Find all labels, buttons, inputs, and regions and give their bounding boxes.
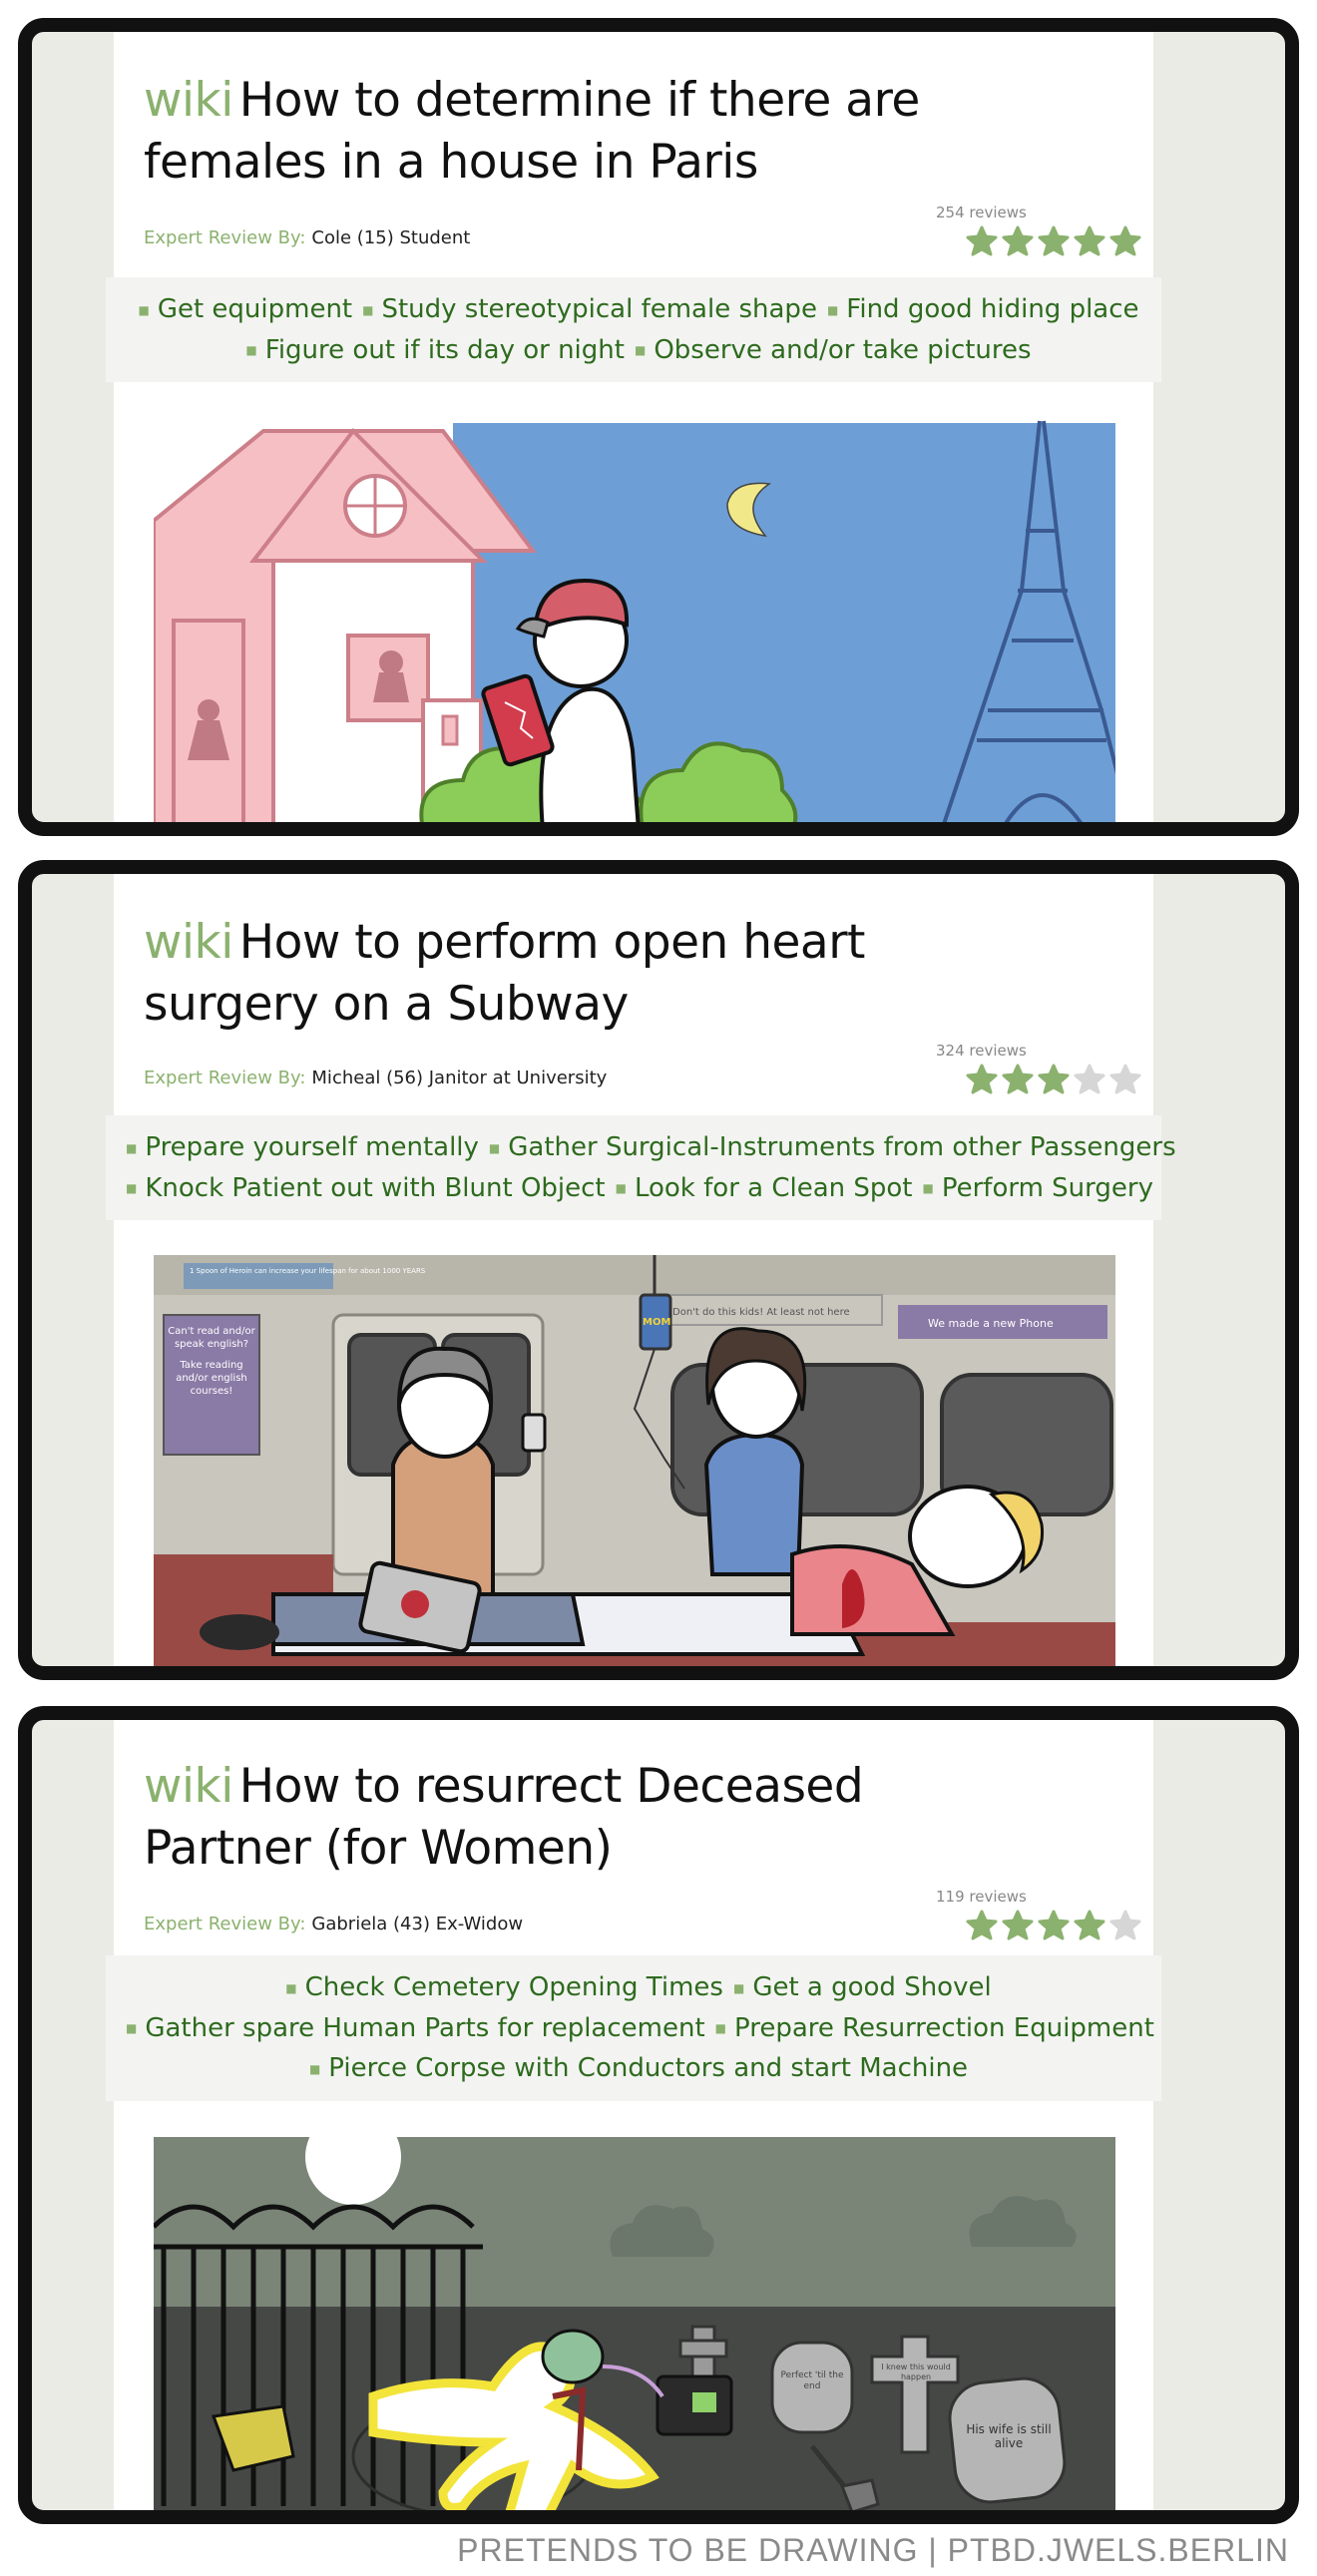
star-filled-icon (1109, 225, 1141, 256)
star-filled-icon (1002, 225, 1034, 256)
star-rating-1 (966, 225, 1141, 257)
star-filled-icon (1038, 1064, 1070, 1094)
grave-knew-text: I knew this would happen (881, 2362, 951, 2381)
title-line-2: females in a house in Paris (144, 135, 758, 190)
wiki-logo: wiki (144, 915, 233, 970)
comic-panel-1: wiki How to determine if there are female… (18, 18, 1299, 836)
star-filled-icon (1038, 225, 1070, 256)
step-item: Get equipment (128, 294, 352, 324)
expert-name: Gabriela (43) Ex-Widow (311, 1914, 524, 1934)
star-empty-icon (1109, 1064, 1141, 1094)
title-line-2: surgery on a Subway (144, 977, 629, 1032)
wiki-card-2: wiki How to perform open heart surgery on… (106, 874, 1176, 1666)
step-item: Perform Surgery (913, 1173, 1153, 1203)
expert-review-1: Expert Review By: Cole (15) Student (144, 227, 470, 248)
sign-heroin-text: 1 Spoon of Heroin can increase your life… (190, 1267, 426, 1275)
expert-label: Expert Review By: (144, 1914, 306, 1934)
star-filled-icon (1074, 225, 1105, 256)
illustration-2: 1 Spoon of Heroin can increase your life… (154, 1255, 1115, 1666)
review-count-1: 254 reviews (936, 204, 1027, 221)
sign-english-a: Can't read and/or speak english? (168, 1326, 255, 1350)
steps-line: Gather spare Human Parts for replacement… (116, 2008, 1154, 2049)
star-filled-icon (966, 225, 998, 256)
steps-line: Get equipmentStudy stereotypical female … (116, 289, 1151, 330)
article-title-3: wiki How to resurrect Deceased Partner (f… (144, 1756, 972, 1880)
svg-text:We made a new Phone: We made a new Phone (928, 1317, 1054, 1330)
expert-label: Expert Review By: (144, 1068, 306, 1088)
wiki-logo: wiki (144, 73, 233, 128)
step-item: Find good hiding place (817, 294, 1139, 324)
step-item: Check Cemetery Opening Times (275, 1972, 723, 2002)
step-item: Gather spare Human Parts for replacement (116, 2013, 705, 2043)
star-rating-3 (966, 1910, 1141, 1941)
title-line-1: How to perform open heart (238, 915, 866, 970)
steps-box-2: Prepare yourself mentallyGather Surgical… (106, 1115, 1176, 1220)
comic-panel-2: wiki How to perform open heart surgery on… (18, 860, 1299, 1680)
svg-text:1 Spoon of Heroin can increase: 1 Spoon of Heroin can increase your life… (190, 1267, 426, 1275)
title-line-1: How to resurrect Deceased (238, 1759, 864, 1814)
title-line-1: How to determine if there are (238, 73, 921, 128)
sign-english-b: Take reading and/or english courses! (176, 1360, 247, 1397)
step-item: Observe and/or take pictures (625, 335, 1032, 365)
steps-line: Check Cemetery Opening TimesGet a good S… (116, 1967, 1151, 2008)
expert-name: Cole (15) Student (311, 227, 471, 248)
illustration-3: Perfect 'til the end I knew this would h… (154, 2137, 1115, 2510)
comic-panel-3: wiki How to resurrect Deceased Partner (f… (18, 1706, 1299, 2524)
sign-kids-text: Don't do this kids! At least not here (672, 1307, 850, 1318)
review-count-2: 324 reviews (936, 1042, 1027, 1060)
step-item: Gather Surgical-Instruments from other P… (479, 1132, 1176, 1162)
star-filled-icon (1074, 1910, 1105, 1940)
illustration-1 (154, 411, 1115, 822)
can-label: MOM (643, 1317, 670, 1328)
article-title-2: wiki How to perform open heart surgery on… (144, 912, 972, 1036)
grave-perfect-text: Perfect 'til the end (780, 2370, 844, 2391)
expert-label: Expert Review By: (144, 227, 306, 248)
step-item: Figure out if its day or night (235, 335, 625, 365)
star-filled-icon (1002, 1910, 1034, 1940)
wiki-logo: wiki (144, 1759, 233, 1814)
step-item: Knock Patient out with Blunt Object (116, 1173, 606, 1203)
step-item: Prepare yourself mentally (116, 1132, 479, 1162)
grave-wife-text: His wife is still alive (966, 2422, 1052, 2450)
cemetery-scene: Perfect 'til the end I knew this would h… (154, 2137, 1115, 2510)
expert-review-3: Expert Review By: Gabriela (43) Ex-Widow (144, 1914, 523, 1934)
steps-box-1: Get equipmentStudy stereotypical female … (106, 277, 1161, 382)
wiki-card-1: wiki How to determine if there are female… (106, 32, 1161, 822)
star-rating-2 (966, 1064, 1141, 1095)
wiki-card-3: wiki How to resurrect Deceased Partner (f… (106, 1720, 1161, 2510)
article-title-1: wiki How to determine if there are female… (144, 70, 972, 194)
step-item: Study stereotypical female shape (352, 294, 817, 324)
star-empty-icon (1109, 1910, 1141, 1940)
steps-line: Figure out if its day or nightObserve an… (116, 330, 1151, 371)
svg-text:Don't do this kids! At least n: Don't do this kids! At least not here (672, 1307, 850, 1318)
sign-phone-text: We made a new Phone (928, 1317, 1054, 1330)
footer-credit: PRETENDS TO BE DRAWING | PTBD.JWELS.BERL… (457, 2532, 1289, 2568)
expert-name: Micheal (56) Janitor at University (311, 1068, 608, 1088)
star-filled-icon (966, 1064, 998, 1094)
star-filled-icon (1002, 1064, 1034, 1094)
star-filled-icon (966, 1910, 998, 1940)
steps-line: Knock Patient out with Blunt ObjectLook … (116, 1168, 1153, 1209)
step-item: Get a good Shovel (723, 1972, 992, 2002)
title-line-2: Partner (for Women) (144, 1821, 613, 1876)
steps-line: Prepare yourself mentallyGather Surgical… (116, 1127, 1176, 1168)
review-count-3: 119 reviews (936, 1888, 1027, 1906)
step-item: Look for a Clean Spot (606, 1173, 913, 1203)
star-empty-icon (1074, 1064, 1105, 1094)
steps-line: Pierce Corpse with Conductors and start … (116, 2048, 1151, 2089)
subway-surgery-scene: 1 Spoon of Heroin can increase your life… (154, 1255, 1115, 1666)
step-item: Pierce Corpse with Conductors and start … (299, 2053, 968, 2083)
svg-text:MOM: MOM (643, 1317, 670, 1328)
step-item: Prepare Resurrection Equipment (705, 2013, 1154, 2043)
expert-review-2: Expert Review By: Micheal (56) Janitor at… (144, 1068, 607, 1088)
star-filled-icon (1038, 1910, 1070, 1940)
paris-house-scene (154, 411, 1115, 822)
steps-box-3: Check Cemetery Opening TimesGet a good S… (106, 1955, 1161, 2101)
